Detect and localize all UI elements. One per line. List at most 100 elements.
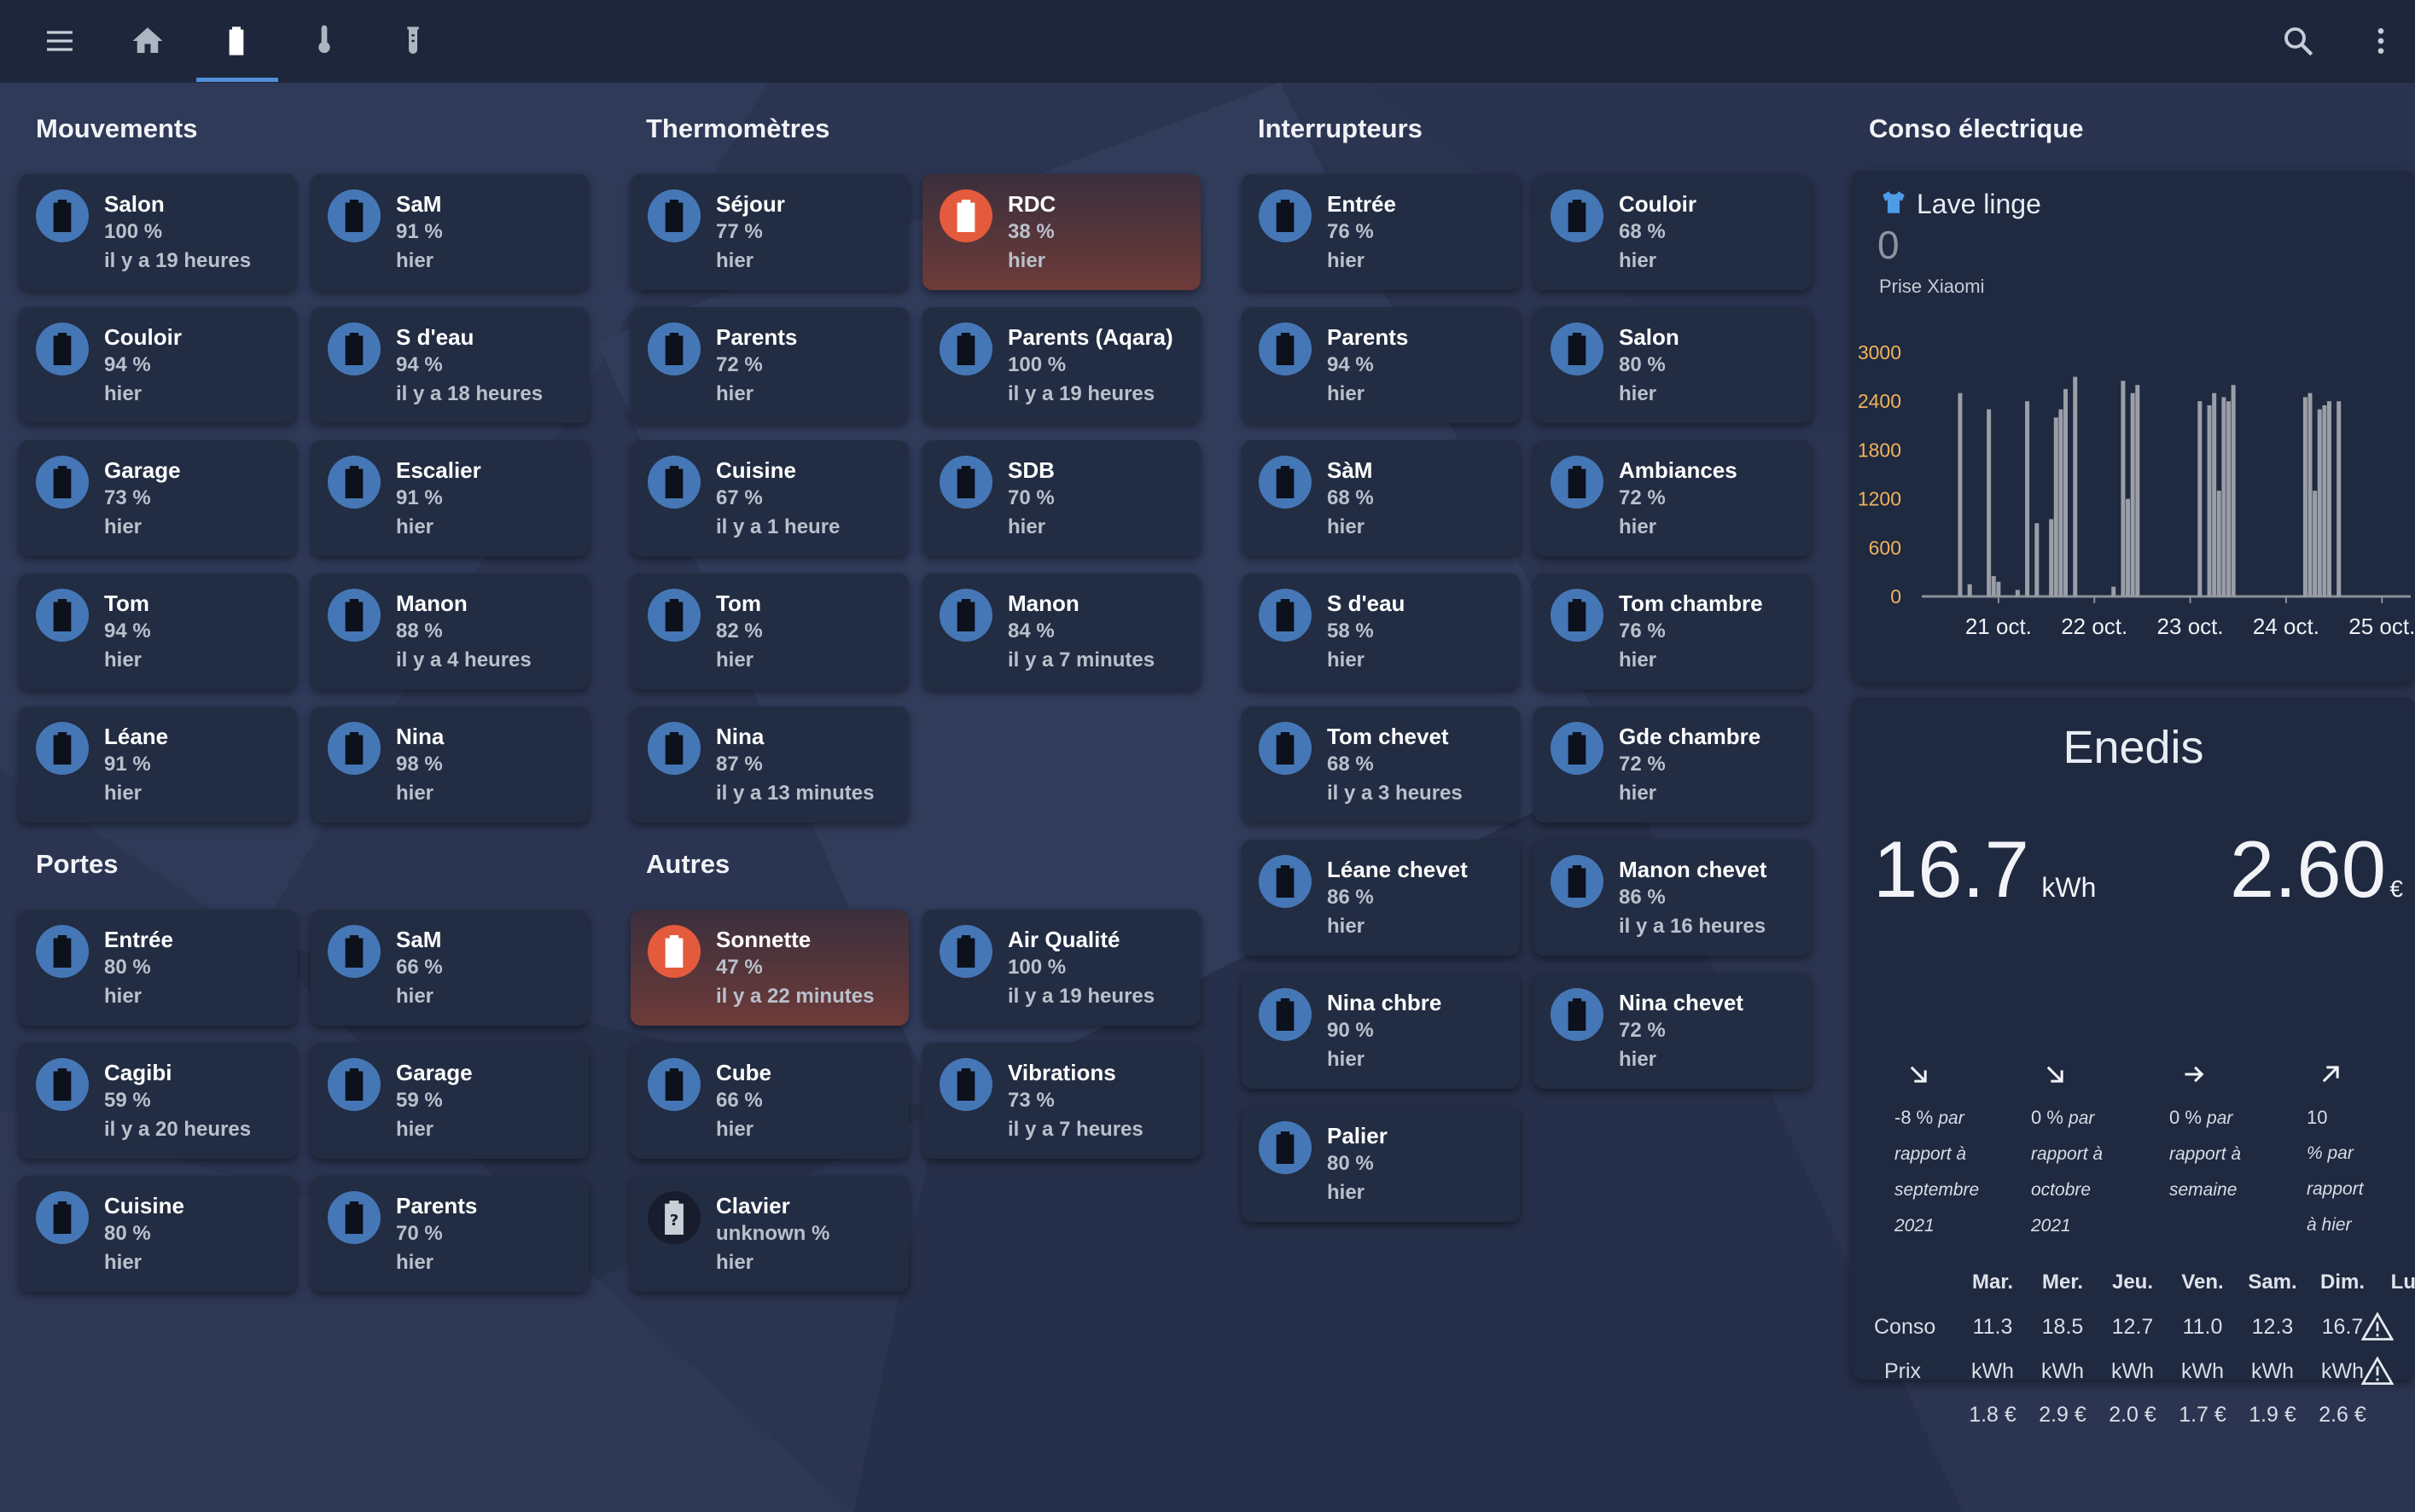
card-name: Entrée xyxy=(1327,191,1396,217)
battery-card[interactable]: Palier 80 % hier xyxy=(1242,1106,1520,1222)
card-name: Tom xyxy=(104,590,149,616)
card-last-changed: il y a 22 minutes xyxy=(716,985,875,1008)
battery-card[interactable]: Gde chambre 72 % hier xyxy=(1533,707,1812,823)
battery-card[interactable]: Séjour 77 % hier xyxy=(631,174,909,290)
battery-card[interactable]: Nina 98 % hier xyxy=(311,707,589,823)
battery-card[interactable]: ? Clavier unknown % hier xyxy=(631,1176,909,1292)
battery-card[interactable]: SDB 70 % hier xyxy=(922,440,1201,556)
battery-icon xyxy=(940,323,992,375)
card-name: Parents xyxy=(1327,324,1409,350)
battery-card[interactable]: Parents 70 % hier xyxy=(311,1176,589,1292)
more-vert-icon[interactable] xyxy=(2355,15,2406,67)
battery-card[interactable]: Escalier 91 % hier xyxy=(311,440,589,556)
battery-card[interactable]: Garage 59 % hier xyxy=(311,1043,589,1159)
battery-card[interactable]: Entrée 80 % hier xyxy=(19,910,297,1026)
card-name: Cube xyxy=(716,1060,771,1085)
battery-card[interactable]: Manon 84 % il y a 7 minutes xyxy=(922,573,1201,689)
battery-icon[interactable] xyxy=(211,15,262,67)
battery-card[interactable]: RDC 38 % hier xyxy=(922,174,1201,290)
battery-icon xyxy=(1551,189,1603,242)
battery-card[interactable]: Entrée 76 % hier xyxy=(1242,174,1520,290)
prix-value: 1.9 € xyxy=(2249,1403,2296,1427)
card-battery-level: 94 % xyxy=(1327,353,1374,376)
card-battery-level: 72 % xyxy=(1619,753,1666,776)
battery-card[interactable]: Ambiances 72 % hier xyxy=(1533,440,1812,556)
evolution-label: à hier xyxy=(2307,1215,2352,1235)
section-title-thermometres: Thermomètres xyxy=(646,113,830,143)
battery-card[interactable]: Manon 88 % il y a 4 heures xyxy=(311,573,589,689)
battery-icon xyxy=(328,323,381,375)
power-chart[interactable]: 3000 2400 1800 1200 600 0 21 oct. 22 oct. 23 oct… xyxy=(1852,311,2415,678)
battery-card[interactable]: Léane 91 % hier xyxy=(19,707,297,823)
battery-card[interactable]: Couloir 94 % hier xyxy=(19,307,297,423)
conso-card[interactable]: Lave linge 0 Prise Xiaomi 3000 2400 1800 12… xyxy=(1852,171,2415,683)
power-bar xyxy=(2197,401,2203,596)
battery-icon xyxy=(940,589,992,642)
battery-card[interactable]: Nina chbre 90 % hier xyxy=(1242,973,1520,1089)
card-battery-level: 91 % xyxy=(396,220,443,243)
card-name: Manon chevet xyxy=(1619,857,1767,882)
card-name: Nina chevet xyxy=(1619,990,1743,1015)
search-icon[interactable] xyxy=(2272,15,2324,67)
evolution-text: -8 % par rapport à septembre 2021 xyxy=(1894,1100,1979,1243)
battery-card[interactable]: SaM 66 % hier xyxy=(311,910,589,1026)
battery-card[interactable]: S d'eau 94 % il y a 18 heures xyxy=(311,307,589,423)
battery-card[interactable]: Salon 100 % il y a 19 heures xyxy=(19,174,297,290)
thermometer-icon[interactable] xyxy=(299,15,350,67)
battery-card[interactable]: Nina 87 % il y a 13 minutes xyxy=(631,707,909,823)
battery-card[interactable]: Cagibi 59 % il y a 20 heures xyxy=(19,1043,297,1159)
battery-card[interactable]: Garage 73 % hier xyxy=(19,440,297,556)
battery-card[interactable]: Vibrations 73 % il y a 7 heures xyxy=(922,1043,1201,1159)
power-bar xyxy=(1987,409,1992,596)
card-last-changed: hier xyxy=(1619,782,1657,805)
card-name: Entrée xyxy=(104,927,173,952)
card-battery-level: unknown % xyxy=(716,1222,830,1245)
battery-card[interactable]: S d'eau 58 % hier xyxy=(1242,573,1520,689)
battery-card[interactable]: SàM 68 % hier xyxy=(1242,440,1520,556)
prix-value: 2.6 € xyxy=(2319,1403,2366,1427)
evolution-value: 0 % xyxy=(2031,1107,2063,1128)
prix-value: 1.8 € xyxy=(1969,1403,2016,1427)
menu-icon[interactable] xyxy=(34,15,85,67)
card-last-changed: il y a 19 heures xyxy=(104,249,252,272)
battery-card[interactable]: SaM 91 % hier xyxy=(311,174,589,290)
battery-card[interactable]: Parents 72 % hier xyxy=(631,307,909,423)
battery-icon xyxy=(1551,722,1603,775)
battery-card[interactable]: Léane chevet 86 % hier xyxy=(1242,840,1520,956)
battery-card[interactable]: Cube 66 % hier xyxy=(631,1043,909,1159)
battery-card[interactable]: Manon chevet 86 % il y a 16 heures xyxy=(1533,840,1812,956)
battery-card[interactable]: Tom chambre 76 % hier xyxy=(1533,573,1812,689)
day-header: Mer. xyxy=(2041,1271,2084,1294)
card-battery-level: 68 % xyxy=(1327,486,1374,509)
card-name: Palier xyxy=(1327,1123,1388,1149)
battery-icon xyxy=(648,722,701,775)
active-tab-indicator xyxy=(196,78,278,82)
card-name: Garage xyxy=(104,457,181,483)
conso-card-value: 0 xyxy=(1877,223,1900,267)
battery-card[interactable]: Nina chevet 72 % hier xyxy=(1533,973,1812,1089)
battery-card[interactable]: Tom 82 % hier xyxy=(631,573,909,689)
battery-card[interactable]: Cuisine 80 % hier xyxy=(19,1176,297,1292)
enedis-card[interactable]: Enedis 16.7 kWh 2.60 € -8 % par rapport à… xyxy=(1852,697,2415,1427)
power-bar xyxy=(2063,388,2069,596)
battery-icon xyxy=(36,1191,89,1244)
battery-card[interactable]: Tom chevet 68 % il y a 3 heures xyxy=(1242,707,1520,823)
home-icon[interactable] xyxy=(122,15,173,67)
battery-icon xyxy=(328,456,381,509)
power-bar xyxy=(2231,385,2236,596)
battery-card[interactable]: Sonnette 47 % il y a 22 minutes xyxy=(631,910,909,1026)
card-last-changed: hier xyxy=(104,1251,143,1274)
power-bar xyxy=(2302,397,2307,596)
conso-value: 11.3 xyxy=(1972,1315,2013,1339)
battery-card[interactable]: Air Qualité 100 % il y a 19 heures xyxy=(922,910,1201,1026)
battery-card[interactable]: Cuisine 67 % il y a 1 heure xyxy=(631,440,909,556)
evolution-label: 2021 xyxy=(1894,1216,1935,1236)
battery-card[interactable]: Couloir 68 % hier xyxy=(1533,174,1812,290)
evolution-label: septembre xyxy=(1894,1180,1980,1200)
test-tube-icon[interactable] xyxy=(387,15,439,67)
battery-card[interactable]: Salon 80 % hier xyxy=(1533,307,1812,423)
battery-card[interactable]: Tom 94 % hier xyxy=(19,573,297,689)
card-name: Air Qualité xyxy=(1008,927,1120,952)
battery-card[interactable]: Parents (Aqara) 100 % il y a 19 heures xyxy=(922,307,1201,423)
battery-card[interactable]: Parents 94 % hier xyxy=(1242,307,1520,423)
